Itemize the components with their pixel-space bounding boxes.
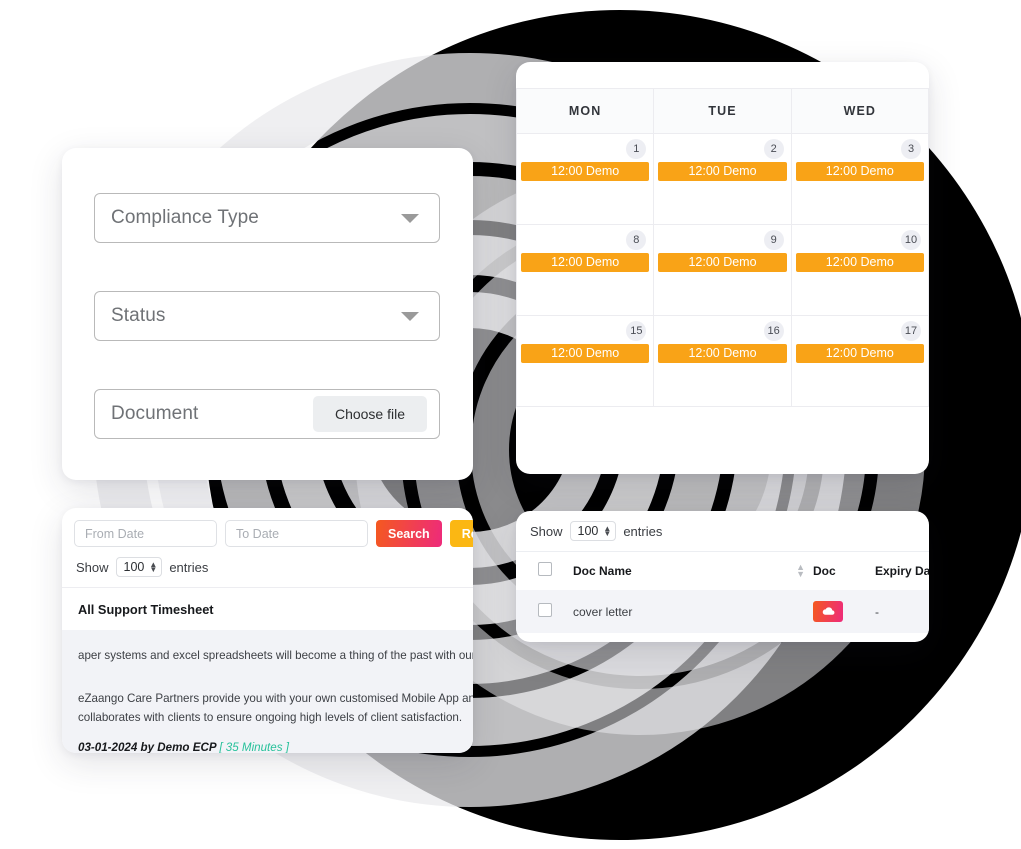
timesheet-paragraph: aper systems and excel spreadsheets will…	[78, 649, 473, 662]
calendar-day-cell[interactable]: 1 12:00 Demo	[516, 133, 655, 225]
calendar-event[interactable]: 12:00 Demo	[795, 162, 924, 181]
timesheet-show-entries: Show 100 ▲ ▼ entries	[62, 547, 473, 587]
calendar-day-header: MON	[516, 88, 655, 134]
reset-button[interactable]: Reset	[449, 520, 473, 547]
entries-select[interactable]: 100 ▲ ▼	[569, 521, 617, 541]
documents-table: Doc Name ▲▼ Doc Expiry Date cover letter	[516, 551, 929, 633]
calendar-week-row: 15 12:00 Demo 16 12:00 Demo 17 12:00 Dem…	[516, 315, 929, 407]
calendar-day-cell[interactable]: 8 12:00 Demo	[516, 224, 655, 316]
entries-value: 100	[577, 524, 599, 538]
doc-action-cell	[813, 590, 875, 633]
cloud-download-icon[interactable]	[813, 601, 843, 622]
calendar-day-cell[interactable]: 3 12:00 Demo	[790, 133, 929, 225]
screenshot-root: Compliance Type Status Document Choose f…	[0, 0, 1021, 849]
timesheet-author: 03-01-2024 by Demo ECP	[78, 741, 217, 753]
choose-file-button[interactable]: Choose file	[312, 396, 427, 432]
documents-card: Show 100 ▲ ▼ entries Doc Name ▲ ▼ Doc Ex…	[516, 511, 929, 642]
calendar-table: MON TUE WED 1 12:00 Demo 2 12:00 Demo 3 …	[516, 88, 929, 407]
calendar-card: MON TUE WED 1 12:00 Demo 2 12:00 Demo 3 …	[516, 62, 929, 474]
doc-header: Doc	[813, 551, 875, 590]
document-label: Document	[111, 403, 199, 424]
calendar-header-row: MON TUE WED	[516, 88, 929, 134]
select-all-checkbox[interactable]	[537, 562, 552, 576]
calendar-day-header: TUE	[653, 88, 792, 134]
calendar-day-cell[interactable]: 17 12:00 Demo	[790, 315, 929, 407]
calendar-day-cell[interactable]: 10 12:00 Demo	[790, 224, 929, 316]
calendar-event[interactable]: 12:00 Demo	[658, 162, 787, 181]
calendar-event[interactable]: 12:00 Demo	[521, 344, 650, 363]
calendar-date-number: 3	[901, 139, 921, 159]
status-select[interactable]: Status	[94, 291, 440, 341]
document-upload-field[interactable]: Document Choose file	[94, 389, 440, 439]
from-date-input[interactable]	[74, 520, 217, 547]
compliance-type-select[interactable]: Compliance Type	[94, 193, 440, 243]
doc-name-cell: cover letter	[573, 590, 813, 633]
show-label: Show	[76, 559, 109, 575]
chevron-down-icon	[401, 213, 419, 223]
documents-header-row: Doc Name ▲▼ Doc Expiry Date	[516, 551, 929, 590]
calendar-event[interactable]: 12:00 Demo	[795, 253, 924, 272]
stepper-icon[interactable]: ▲ ▼	[149, 561, 157, 574]
calendar-day-cell[interactable]: 2 12:00 Demo	[653, 133, 792, 225]
compliance-type-label: Compliance Type	[111, 207, 259, 228]
calendar-date-number: 10	[901, 230, 921, 250]
calendar-day-cell[interactable]: 16 12:00 Demo	[653, 315, 792, 407]
calendar-date-number: 17	[901, 321, 921, 341]
timesheet-paragraph: collaborates with clients to ensure ongo…	[78, 711, 463, 724]
calendar-week-row: 1 12:00 Demo 2 12:00 Demo 3 12:00 Demo	[516, 133, 929, 225]
timesheet-meta: 03-01-2024 by Demo ECP [ 35 Minutes ]	[78, 741, 473, 753]
calendar-date-number: 9	[763, 230, 784, 250]
doc-name-header[interactable]: Doc Name ▲ ▼	[573, 551, 813, 590]
table-row: cover letter -	[516, 590, 929, 633]
show-label: Show	[530, 523, 563, 539]
select-all-header	[516, 551, 573, 590]
search-button[interactable]: Search	[376, 520, 442, 547]
entries-select[interactable]: 100 ▲ ▼	[115, 557, 163, 577]
calendar-event[interactable]: 12:00 Demo	[658, 344, 787, 363]
calendar-week-row: 8 12:00 Demo 9 12:00 Demo 10 12:00 Demo	[516, 224, 929, 316]
doc-name-header-label: Doc Name	[573, 563, 632, 578]
compliance-form-card: Compliance Type Status Document Choose f…	[62, 148, 473, 480]
calendar-date-number: 8	[626, 230, 647, 250]
calendar-event[interactable]: 12:00 Demo	[521, 162, 650, 181]
chevron-down-icon	[401, 311, 419, 321]
calendar-event[interactable]: 12:00 Demo	[521, 253, 650, 272]
calendar-day-cell[interactable]: 15 12:00 Demo	[516, 315, 655, 407]
row-select-cell	[516, 590, 573, 633]
calendar-date-number: 2	[763, 139, 784, 159]
to-date-input[interactable]	[225, 520, 368, 547]
calendar-date-number: 15	[626, 321, 647, 341]
calendar-date-number: 1	[626, 139, 647, 159]
expiry-date-header: Expiry Date	[875, 551, 929, 590]
docs-show-entries: Show 100 ▲ ▼ entries	[516, 511, 929, 551]
expiry-date-cell: -	[875, 590, 929, 633]
timesheet-card: Search Reset Show 100 ▲▼ entries All Sup…	[62, 508, 473, 753]
calendar-day-cell[interactable]: 9 12:00 Demo	[653, 224, 792, 316]
timesheet-title: All Support Timesheet	[78, 602, 214, 617]
calendar-date-number: 16	[763, 321, 784, 341]
entries-label: entries	[623, 523, 663, 539]
status-label: Status	[111, 305, 166, 326]
timesheet-duration: [ 35 Minutes ]	[219, 741, 289, 753]
calendar-event[interactable]: 12:00 Demo	[795, 344, 924, 363]
timesheet-filter-bar: Search Reset	[62, 508, 473, 547]
timesheet-paragraph: eZaango Care Partners provide you with y…	[78, 692, 473, 705]
stepper-icon[interactable]: ▲ ▼	[603, 525, 611, 538]
sort-icon[interactable]: ▲ ▼	[796, 562, 805, 578]
row-checkbox[interactable]	[537, 603, 552, 617]
timesheet-entry: aper systems and excel spreadsheets will…	[62, 630, 473, 753]
calendar-event[interactable]: 12:00 Demo	[658, 253, 787, 272]
entries-label: entries	[169, 559, 209, 575]
entries-value: 100	[123, 560, 145, 574]
calendar-day-header: WED	[790, 88, 929, 134]
